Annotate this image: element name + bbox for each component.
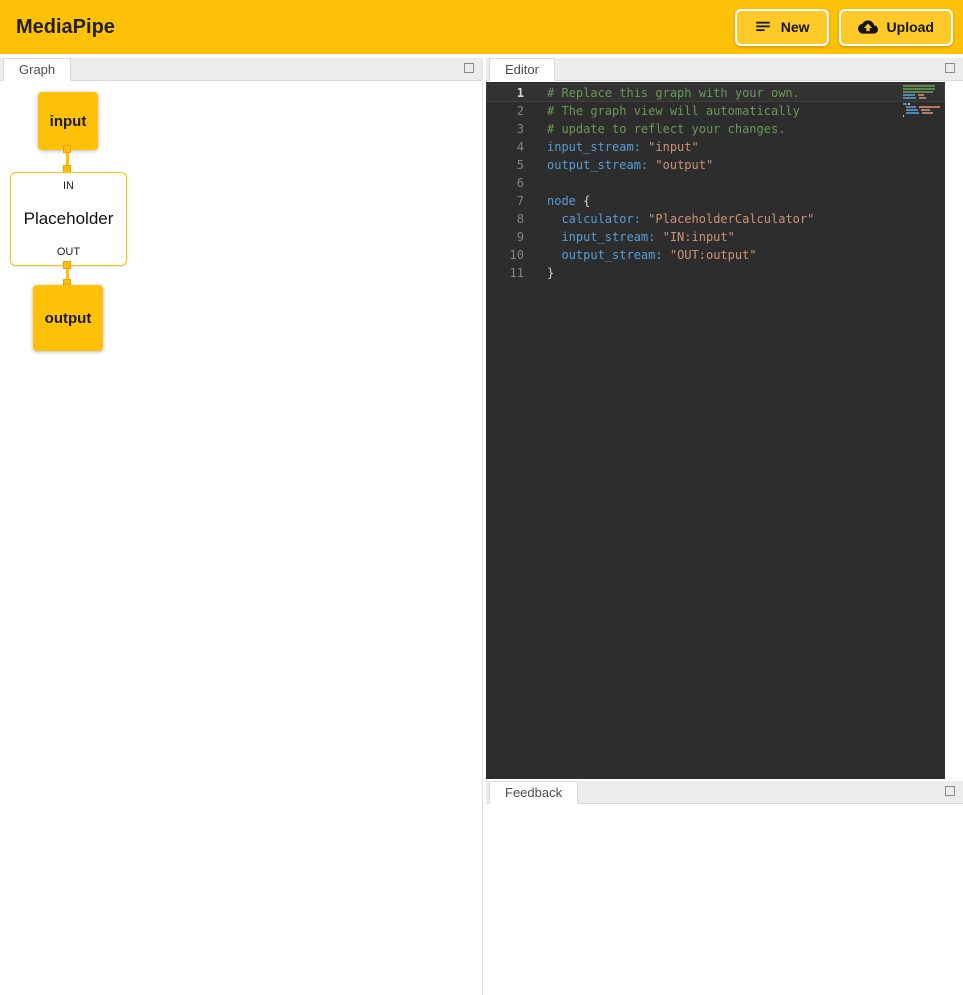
app-root: MediaPipe New Upload (0, 0, 963, 995)
editor-maximize-icon[interactable] (945, 63, 955, 73)
code-line[interactable]: 11} (486, 264, 945, 282)
code-line[interactable]: 8 calculator: "PlaceholderCalculator" (486, 210, 945, 228)
tab-graph[interactable]: Graph (3, 58, 71, 81)
new-button[interactable]: New (735, 9, 829, 46)
new-graph-icon (754, 18, 772, 36)
code-line[interactable]: 9 input_stream: "IN:input" (486, 228, 945, 246)
editor-body: 1# Replace this graph with your own.2# T… (486, 82, 963, 779)
code-line[interactable]: 2# The graph view will automatically (486, 102, 945, 120)
graph-canvas[interactable]: input IN Placeholder OUT output (0, 82, 482, 995)
code-line[interactable]: 5output_stream: "output" (486, 156, 945, 174)
header-buttons: New Upload (735, 9, 953, 46)
new-button-label: New (781, 19, 810, 35)
code-line[interactable]: 4input_stream: "input" (486, 138, 945, 156)
feedback-panel-strip: Feedback (486, 781, 963, 804)
tab-editor[interactable]: Editor (489, 58, 555, 81)
feedback-maximize-icon[interactable] (945, 786, 955, 796)
graph-node-placeholder[interactable]: IN Placeholder OUT (10, 172, 127, 266)
code-line[interactable]: 6 (486, 174, 945, 192)
placeholder-in-port: IN (63, 180, 74, 192)
code-editor[interactable]: 1# Replace this graph with your own.2# T… (486, 82, 945, 779)
cloud-upload-icon (858, 17, 878, 37)
code-line[interactable]: 7node { (486, 192, 945, 210)
port-connector (63, 261, 71, 269)
code-line[interactable]: 1# Replace this graph with your own. (486, 84, 945, 102)
feedback-panel: Feedback (486, 781, 963, 995)
app-title: MediaPipe (16, 16, 115, 39)
app-header: MediaPipe New Upload (0, 0, 963, 54)
graph-panel-strip: Graph (0, 58, 482, 81)
editor-minimap[interactable] (903, 85, 940, 118)
graph-node-input[interactable]: input (38, 92, 98, 150)
editor-scrollbar[interactable] (945, 82, 963, 779)
placeholder-title: Placeholder (24, 209, 114, 229)
editor-panel: Editor 1# Replace this graph with your o… (486, 58, 963, 779)
code-line[interactable]: 3# update to reflect your changes. (486, 120, 945, 138)
tab-feedback[interactable]: Feedback (489, 781, 578, 804)
graph-node-output[interactable]: output (33, 285, 103, 351)
code-line[interactable]: 10 output_stream: "OUT:output" (486, 246, 945, 264)
upload-button[interactable]: Upload (839, 9, 953, 46)
feedback-body (486, 805, 963, 995)
code-lines: 1# Replace this graph with your own.2# T… (486, 84, 945, 282)
upload-button-label: Upload (887, 19, 934, 35)
graph-panel: Graph input IN Placeholder OUT output (0, 58, 483, 995)
editor-panel-strip: Editor (486, 58, 963, 81)
graph-maximize-icon[interactable] (464, 63, 474, 73)
port-connector (63, 145, 71, 153)
placeholder-out-port: OUT (57, 246, 80, 258)
